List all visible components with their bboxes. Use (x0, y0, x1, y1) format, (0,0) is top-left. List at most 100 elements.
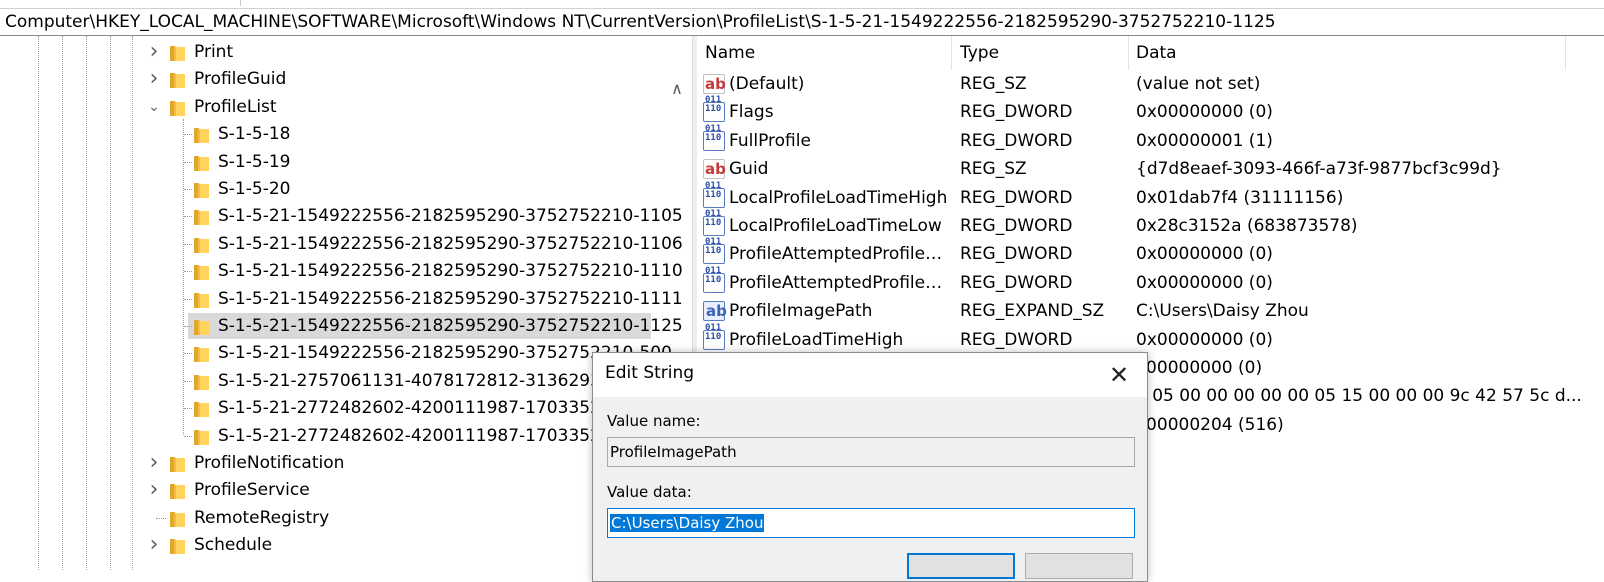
binary-value-icon: 011 110 (703, 238, 725, 265)
value-type: REG_DWORD (960, 187, 1073, 208)
value-name: ProfileLoadTimeHigh (729, 329, 904, 350)
value-type: REG_DWORD (960, 329, 1073, 350)
window-edge (240, 0, 241, 6)
folder-icon (194, 208, 209, 226)
tree-item[interactable]: › Print (0, 39, 690, 65)
value-name: Flags (729, 102, 774, 123)
tree-item[interactable]: S-1-5-21-1549222556-2182595290-375275221… (0, 203, 690, 229)
tree-item[interactable]: › ProfileGuid (0, 66, 690, 92)
column-header-name[interactable]: Name (705, 36, 755, 70)
tree-item[interactable]: S-1-5-21-1549222556-2182595290-375275221… (0, 313, 690, 339)
chevron-right-icon[interactable]: › (146, 532, 162, 558)
binary-value-icon: 011 110 (703, 266, 725, 293)
cancel-button[interactable] (1025, 553, 1133, 579)
value-data-selected-text: C:\Users\Daisy Zhou (610, 514, 765, 532)
folder-icon (194, 400, 209, 418)
value-data-input[interactable]: C:\Users\Daisy Zhou (607, 508, 1135, 538)
chevron-right-icon[interactable]: › (146, 66, 162, 92)
tree-connector (184, 435, 192, 437)
tree-connector (184, 161, 192, 163)
value-type: REG_DWORD (960, 216, 1073, 236)
folder-icon (194, 154, 209, 171)
tree-item[interactable]: RemoteRegistry (0, 505, 690, 531)
column-separator[interactable] (1565, 36, 1566, 70)
ok-button[interactable] (907, 553, 1015, 579)
tree-item-label: S-1-5-21-1549222556-2182595290-375275221… (218, 261, 683, 282)
value-name: Guid (729, 159, 769, 180)
value-name: ProfileImagePath (729, 301, 873, 322)
address-bar[interactable]: Computer\HKEY_LOCAL_MACHINE\SOFTWARE\Mic… (0, 8, 1604, 36)
tree-item[interactable]: › Schedule (0, 532, 690, 558)
tree-connector (184, 326, 192, 327)
tree-connector (184, 298, 192, 300)
tree-item[interactable]: › ProfileService (0, 477, 690, 503)
tree-connector (184, 216, 192, 218)
value-row[interactable]: ab Guid REG_SZ {d7d8eaef-3093-466f-a73f-987… (697, 155, 1604, 183)
value-row[interactable]: 011 110 ProfileAttemptedProfileDo... REG_DW… (697, 266, 1604, 297)
tree-item[interactable]: › ProfileNotification (0, 450, 690, 476)
column-separator[interactable] (1128, 36, 1129, 70)
folder-icon (170, 537, 185, 555)
string-value-icon: ab (703, 159, 726, 180)
tree-item[interactable]: S-1-5-19 (0, 149, 690, 175)
value-name: ProfileAttemptedProfileDo... (729, 272, 951, 293)
tree-item-label: S-1-5-20 (218, 179, 291, 199)
tree-item[interactable]: S-1-5-18 (0, 121, 690, 147)
value-data: x00000204 (516) (1136, 414, 1284, 435)
tree-item[interactable]: S-1-5-21-1549222556-2182595290-375275221… (0, 340, 690, 366)
value-row[interactable]: 011 110 Flags REG_DWORD 0x00000000 (0) (697, 96, 1604, 126)
tree-item[interactable]: S-1-5-21-2772482602-4200111987-170335296 (0, 395, 690, 421)
tree-item[interactable]: S-1-5-21-2757061131-4078172812-313629367 (0, 368, 690, 394)
value-data: 0x01dab7f4 (31111156) (1136, 187, 1344, 208)
tree-item[interactable]: ⌄ ProfileList (0, 94, 690, 120)
value-name: FullProfile (729, 130, 811, 151)
registry-tree[interactable]: ∧ › Print › ProfileGuid ⌄ ProfileList S-1-5-18… (0, 36, 690, 570)
folder-icon (170, 482, 185, 500)
close-icon[interactable]: ✕ (1105, 361, 1133, 389)
tree-connector (184, 134, 192, 136)
value-row[interactable]: 011 110 ProfileLoadTimeHigh REG_DWORD 0x0000… (697, 323, 1604, 354)
value-row[interactable]: 011 110 FullProfile REG_DWORD 0x00000001 (1) (697, 124, 1604, 155)
folder-icon (170, 99, 185, 116)
folder-icon (194, 126, 209, 144)
tree-item[interactable]: S-1-5-21-1549222556-2182595290-375275221… (0, 258, 690, 284)
tree-item-label: S-1-5-21-1549222556-2182595290-375275221… (218, 233, 683, 254)
value-row[interactable]: ab ProfileImagePath REG_EXPAND_SZ C:\Users\… (697, 297, 1604, 325)
chevron-right-icon[interactable]: › (146, 450, 162, 476)
tree-item-label: S-1-5-21-1549222556-2182595290-375275221… (218, 206, 683, 227)
value-type: REG_SZ (960, 74, 1027, 94)
tree-item-label: ProfileNotification (194, 453, 345, 473)
value-row[interactable]: 011 110 LocalProfileLoadTimeHigh REG_DWORD 0… (697, 181, 1604, 212)
value-type: REG_DWORD (960, 102, 1073, 123)
tree-item-label: ProfileList (194, 96, 277, 117)
value-type: REG_EXPAND_SZ (960, 301, 1105, 322)
value-data-label: Value data: (607, 483, 692, 501)
folder-icon (194, 236, 209, 253)
tree-item-label: S-1-5-19 (218, 151, 291, 172)
column-header-data[interactable]: Data (1136, 36, 1177, 70)
folder-icon (194, 428, 209, 445)
string-value-icon: ab (703, 74, 726, 94)
column-separator[interactable] (951, 36, 952, 70)
folder-icon (194, 373, 209, 390)
tree-item[interactable]: S-1-5-21-2772482602-4200111987-170335296 (0, 423, 690, 449)
value-data: 0x00000000 (0) (1136, 244, 1273, 265)
value-data: 0x00000000 (0) (1136, 329, 1273, 350)
value-name-field: ProfileImagePath (607, 437, 1135, 467)
value-data: (value not set) (1136, 74, 1261, 94)
value-data: 0x00000000 (0) (1136, 272, 1273, 293)
dialog-title-bar[interactable]: Edit String ✕ (593, 353, 1147, 397)
chevron-down-icon[interactable]: ⌄ (146, 94, 162, 120)
value-row[interactable]: 011 110 LocalProfileLoadTimeLow REG_DWORD 0x… (697, 210, 1604, 240)
tree-item[interactable]: S-1-5-21-1549222556-2182595290-375275221… (0, 231, 690, 257)
value-row[interactable]: 011 110 ProfileAttemptedProfileDo... REG_DW… (697, 238, 1604, 268)
value-row[interactable]: ab (Default) REG_SZ (value not set) (697, 70, 1604, 98)
tree-item[interactable]: S-1-5-21-1549222556-2182595290-375275221… (0, 286, 690, 312)
tree-item-label: S-1-5-21-2772482602-4200111987-170335296 (218, 398, 623, 419)
folder-icon (170, 44, 185, 61)
column-header-type[interactable]: Type (960, 36, 999, 70)
chevron-right-icon[interactable]: › (146, 477, 162, 503)
tree-item[interactable]: S-1-5-20 (0, 176, 690, 202)
dialog-title: Edit String (605, 363, 695, 383)
chevron-right-icon[interactable]: › (146, 39, 162, 65)
